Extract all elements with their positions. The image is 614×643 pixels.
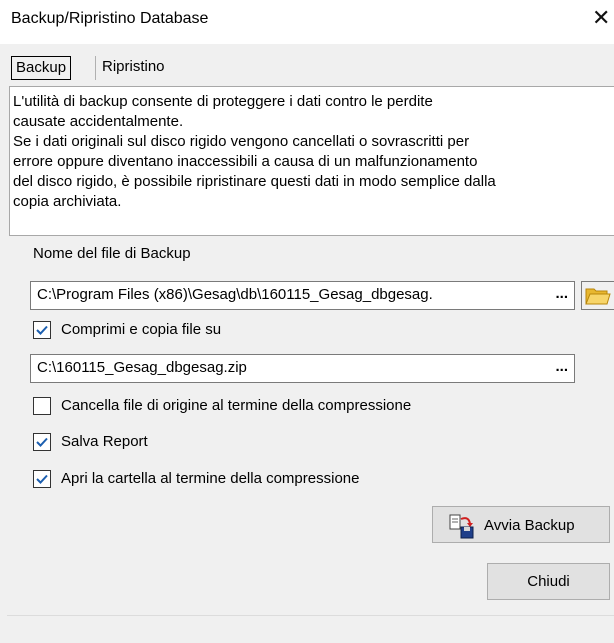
browse-folder-button[interactable] bbox=[581, 281, 614, 310]
database-backup-icon bbox=[449, 514, 474, 539]
save-report-checkbox[interactable] bbox=[33, 433, 51, 451]
start-backup-button[interactable]: Avvia Backup bbox=[432, 506, 610, 543]
zip-path-browse-ellipsis[interactable]: ... bbox=[555, 355, 568, 379]
info-line: errore oppure diventano inaccessibili a … bbox=[13, 153, 478, 170]
compress-label: Comprimi e copia file su bbox=[61, 321, 222, 338]
start-backup-label: Avvia Backup bbox=[484, 517, 575, 534]
close-icon[interactable]: ✕ bbox=[592, 7, 610, 29]
delete-source-checkbox[interactable] bbox=[33, 397, 51, 415]
close-button[interactable]: Chiudi bbox=[487, 563, 610, 600]
info-line: causate accidentalmente. bbox=[13, 113, 184, 130]
save-report-label: Salva Report bbox=[61, 433, 148, 450]
info-line: del disco rigido, è possibile ripristina… bbox=[13, 173, 496, 190]
compress-checkbox[interactable] bbox=[33, 321, 51, 339]
tab-ripristino[interactable]: Ripristino bbox=[95, 56, 169, 80]
zip-path-value: C:\160115_Gesag_dbgesag.zip bbox=[37, 359, 247, 376]
title-bar: Backup/Ripristino Database ✕ bbox=[0, 0, 614, 44]
checkmark-icon bbox=[36, 325, 48, 335]
backup-file-label: Nome del file di Backup bbox=[33, 245, 191, 262]
backup-file-browse-ellipsis[interactable]: ... bbox=[555, 282, 568, 306]
checkmark-icon bbox=[36, 437, 48, 447]
zip-path-input[interactable]: C:\160115_Gesag_dbgesag.zip ... bbox=[30, 354, 575, 383]
info-line: Se i dati originali sul disco rigido ven… bbox=[13, 133, 470, 150]
backup-file-value: C:\Program Files (x86)\Gesag\db\160115_G… bbox=[37, 286, 433, 303]
info-description: L'utilità di backup consente di protegge… bbox=[9, 86, 614, 236]
info-line: L'utilità di backup consente di protegge… bbox=[13, 93, 433, 110]
info-line: copia archiviata. bbox=[13, 193, 122, 210]
open-folder-label: Apri la cartella al termine della compre… bbox=[61, 470, 360, 487]
delete-source-label: Cancella file di origine al termine dell… bbox=[61, 397, 412, 414]
open-folder-checkbox[interactable] bbox=[33, 470, 51, 488]
window-title: Backup/Ripristino Database bbox=[11, 10, 209, 27]
status-bar bbox=[7, 615, 614, 643]
folder-icon bbox=[585, 288, 611, 305]
checkmark-icon bbox=[36, 474, 48, 484]
tab-backup[interactable]: Backup bbox=[11, 56, 72, 80]
backup-file-input[interactable]: C:\Program Files (x86)\Gesag\db\160115_G… bbox=[30, 281, 575, 310]
